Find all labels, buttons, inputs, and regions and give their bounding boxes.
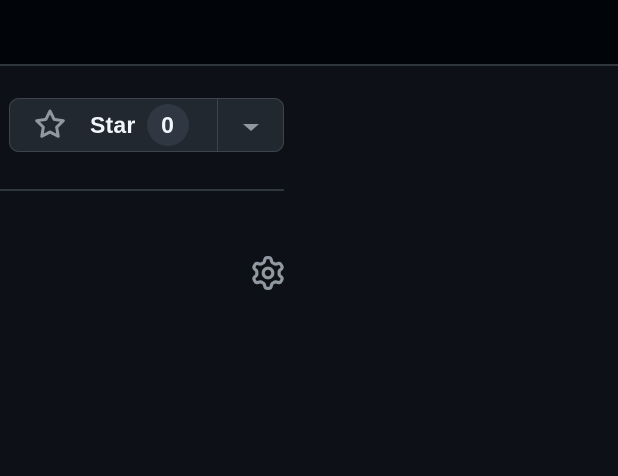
star-count-badge: 0 bbox=[146, 104, 189, 146]
triangle-down-icon bbox=[242, 123, 259, 131]
star-list-dropdown-button[interactable] bbox=[218, 99, 283, 151]
section-divider bbox=[0, 189, 284, 191]
gear-icon[interactable] bbox=[251, 256, 285, 290]
star-button-group: Star 0 bbox=[9, 98, 284, 152]
top-bar bbox=[0, 0, 618, 66]
star-button[interactable]: Star 0 bbox=[10, 99, 217, 151]
star-outline-icon bbox=[34, 109, 66, 141]
star-label: Star bbox=[90, 111, 136, 138]
